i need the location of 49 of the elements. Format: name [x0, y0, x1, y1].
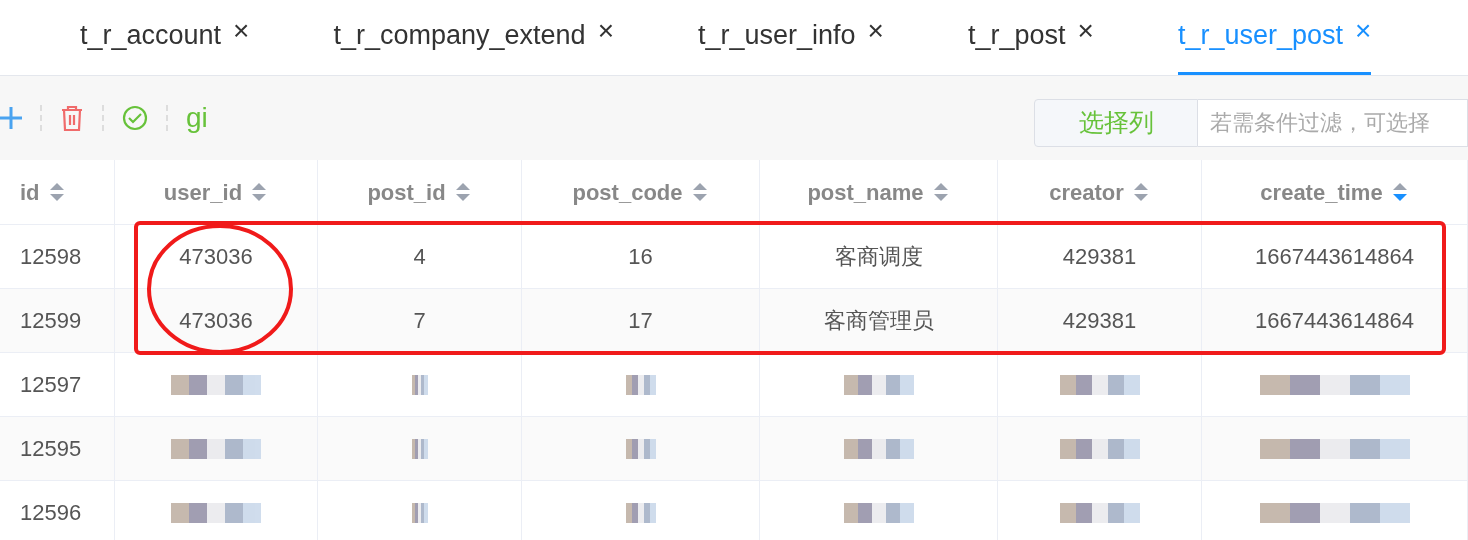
- table-cell-text: 12596: [20, 499, 82, 527]
- close-icon[interactable]: ×: [1077, 17, 1094, 45]
- table-cell-text: 12595: [20, 435, 82, 463]
- close-icon[interactable]: ×: [1355, 17, 1372, 45]
- column-header[interactable]: user_id: [115, 160, 318, 224]
- table-cell-text: 473036: [179, 307, 253, 335]
- git-label[interactable]: gi: [186, 97, 208, 139]
- tab[interactable]: t_r_post ×: [967, 0, 1094, 75]
- close-icon[interactable]: ×: [597, 17, 614, 45]
- redacted-mark: [625, 502, 656, 523]
- redacted-mark: [625, 438, 656, 459]
- redacted-mark: [625, 374, 656, 395]
- column-header[interactable]: post_name: [760, 160, 998, 224]
- column-header[interactable]: post_id: [318, 160, 522, 224]
- plus-icon[interactable]: [0, 107, 22, 129]
- tab[interactable]: t_r_company_extend ×: [333, 0, 614, 75]
- table-cell-text: 12597: [20, 371, 82, 399]
- column-header[interactable]: post_code: [522, 160, 760, 224]
- close-icon[interactable]: ×: [867, 17, 884, 45]
- tab[interactable]: t_r_user_info ×: [698, 0, 884, 75]
- close-icon[interactable]: ×: [233, 17, 250, 45]
- table-cell-text: 429381: [1062, 307, 1137, 335]
- redacted-mark: [843, 502, 914, 523]
- table-cell-text: 12599: [20, 307, 82, 335]
- redacted-mark: [843, 438, 914, 459]
- column-header[interactable]: id: [0, 160, 115, 224]
- column-header[interactable]: creator: [998, 160, 1202, 224]
- table-cell-text: 客商调度: [834, 243, 923, 271]
- column-header[interactable]: create_time: [1202, 160, 1468, 224]
- redacted-mark: [411, 374, 428, 395]
- table-cell-text: 客商管理员: [823, 307, 934, 335]
- tab[interactable]: t_r_account ×: [80, 0, 250, 75]
- table-cell-text: 1667443614864: [1254, 307, 1415, 335]
- table-cell-text: 16: [628, 243, 653, 271]
- sort-icon[interactable]: [250, 180, 269, 204]
- redacted-mark: [411, 502, 428, 523]
- table-cell-text: 429381: [1062, 243, 1137, 271]
- redacted-mark: [843, 374, 914, 395]
- table-cell-text: 12598: [20, 243, 82, 271]
- check-circle-icon[interactable]: [122, 105, 148, 131]
- table-cell-text: 7: [413, 307, 426, 335]
- redacted-mark: [411, 438, 428, 459]
- trash-icon[interactable]: [60, 105, 84, 131]
- table-cell-text: 4: [413, 243, 426, 271]
- filter-field[interactable]: 若需条件过滤，可选择: [1198, 99, 1468, 147]
- table-cell-text: 1667443614864: [1254, 243, 1415, 271]
- table-cell-text: 17: [628, 307, 653, 335]
- table-cell-text: 473036: [179, 243, 253, 271]
- select-columns-button[interactable]: 选择列: [1034, 99, 1198, 147]
